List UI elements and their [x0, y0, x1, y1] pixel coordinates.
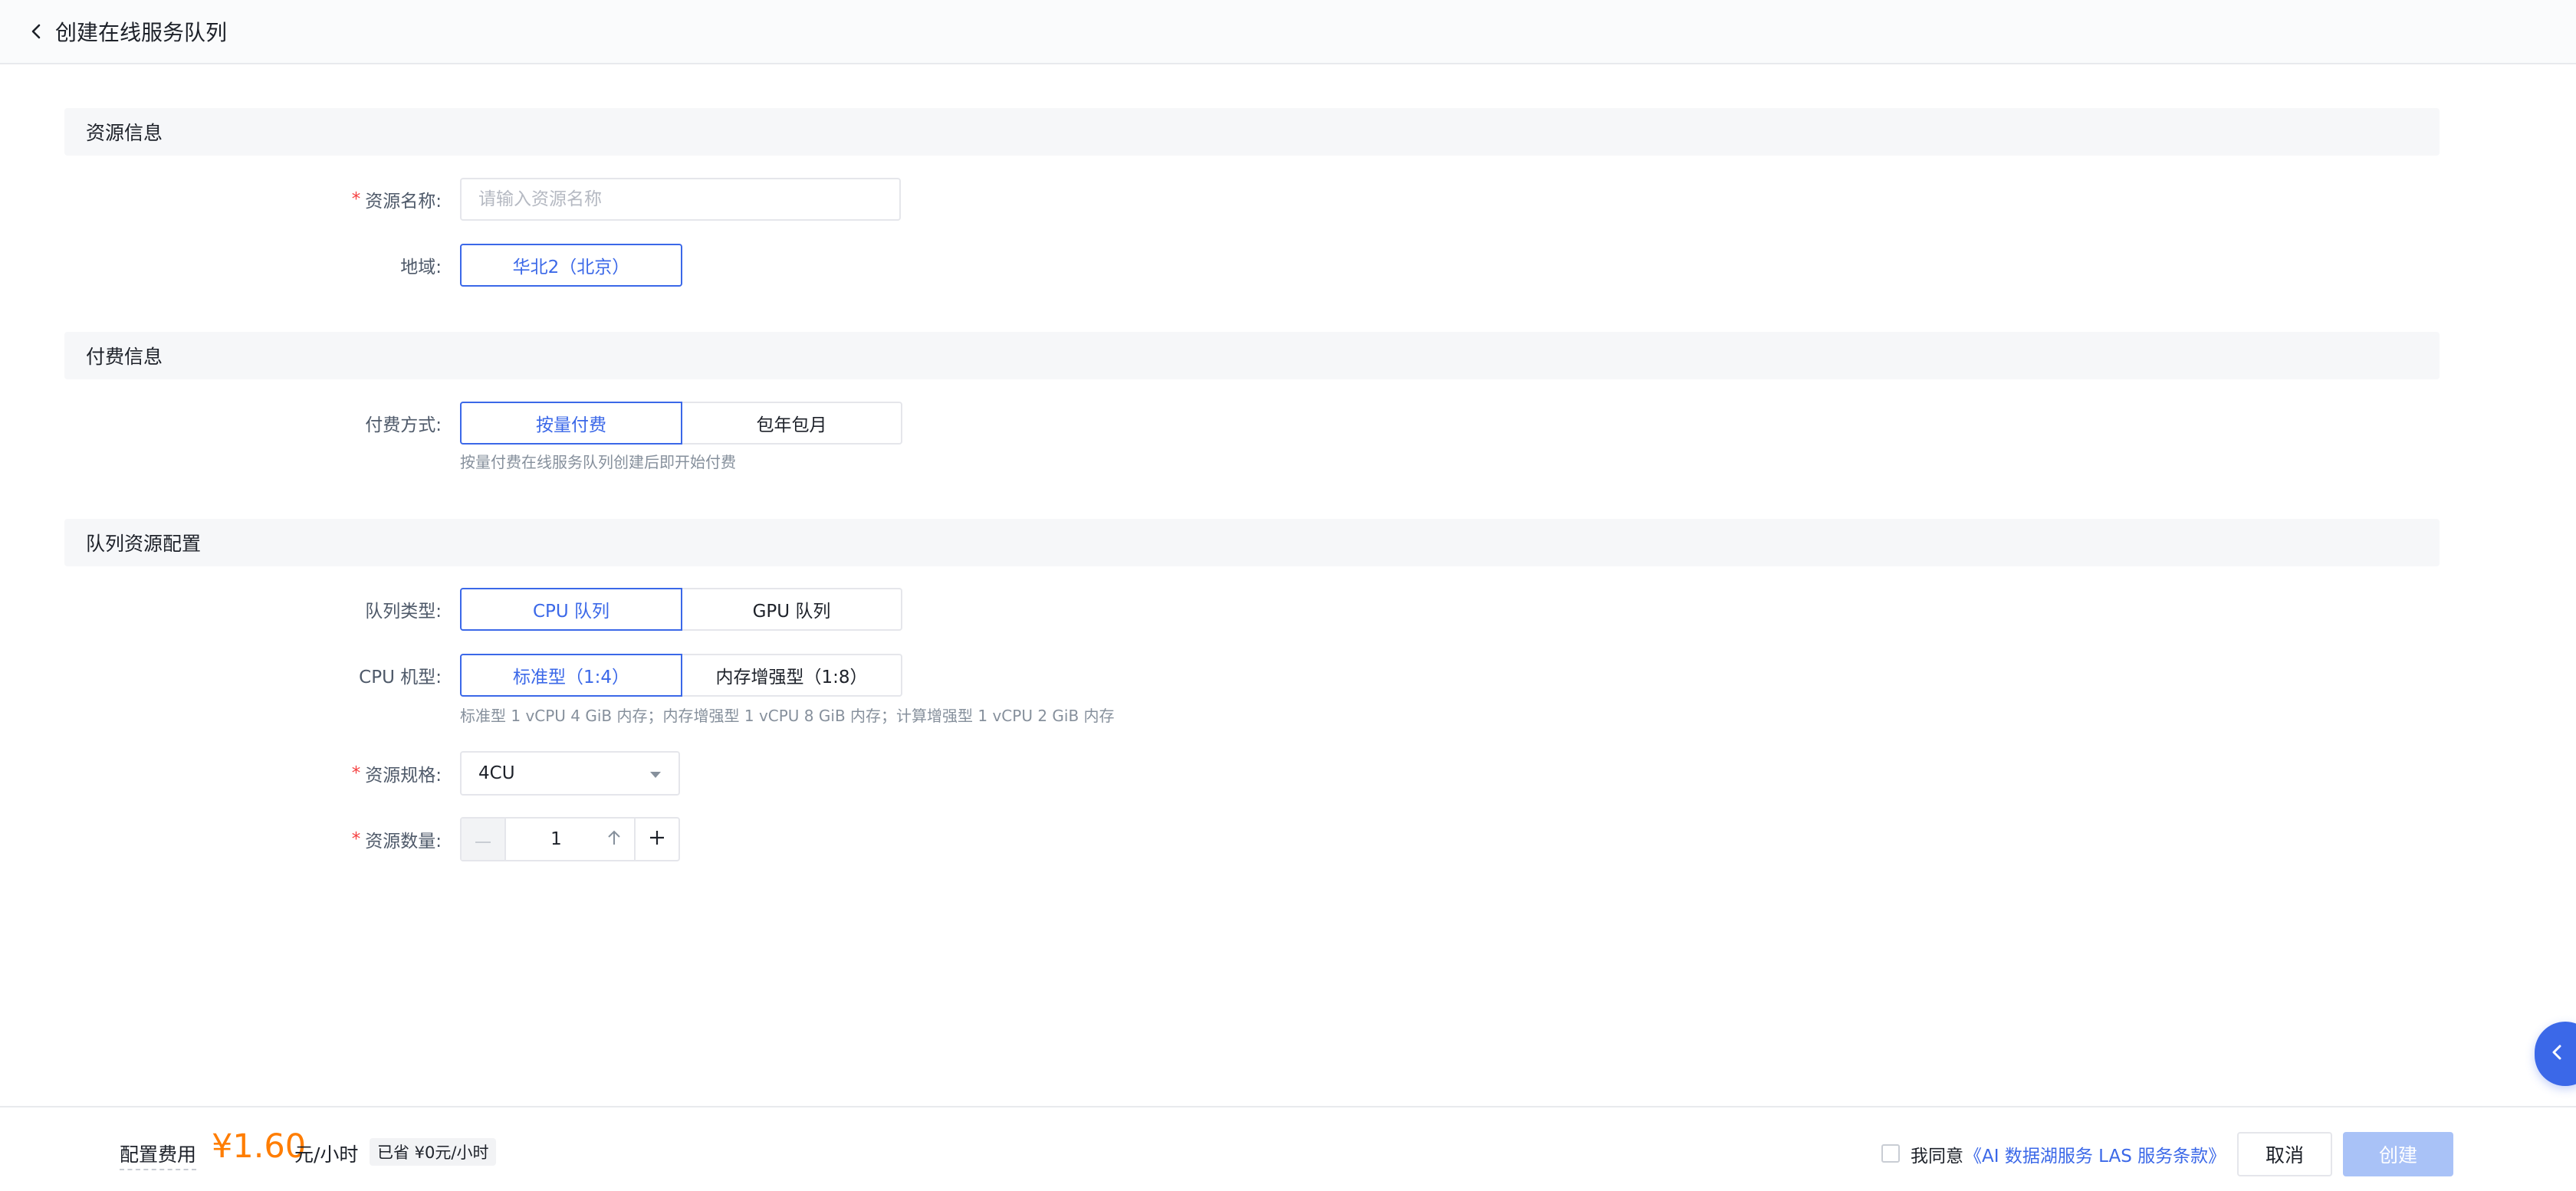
- quantity-minus-button[interactable]: [462, 819, 506, 860]
- quantity-label: * 资源数量:: [352, 818, 442, 861]
- cpu-model-hint: 标准型 1 vCPU 4 GiB 内存；内存增强型 1 vCPU 8 GiB 内…: [460, 707, 1115, 725]
- billing-hint: 按量付费在线服务队列创建后即开始付费: [460, 453, 736, 471]
- cpu-model-standard[interactable]: 标准型（1:4）: [460, 654, 682, 697]
- quantity-value[interactable]: 1: [506, 819, 594, 860]
- minus-icon: [475, 832, 491, 847]
- saved-badge: 已省 ¥0元/小时: [370, 1138, 497, 1166]
- region-label-text: 地域:: [400, 258, 442, 277]
- spec-select-value: 4CU: [478, 763, 515, 783]
- page-title: 创建在线服务队列: [55, 20, 228, 45]
- queue-type-label-text: 队列类型:: [365, 602, 442, 622]
- create-button[interactable]: 创建: [2343, 1132, 2453, 1176]
- billing-option-pay-as-you-go[interactable]: 按量付费: [460, 402, 682, 445]
- fee-label: 配置费用: [120, 1140, 197, 1170]
- spec-label-text: 资源规格:: [365, 766, 442, 786]
- page-header: 创建在线服务队列: [0, 0, 2576, 64]
- agree-text: 我同意: [1911, 1147, 1963, 1166]
- side-panel-toggle[interactable]: [2535, 1022, 2576, 1086]
- agree-checkbox[interactable]: [1881, 1144, 1900, 1163]
- cpu-model-label-text: CPU 机型:: [359, 668, 442, 687]
- billing-method-label: 付费方式:: [365, 402, 442, 445]
- quantity-plus-button[interactable]: [634, 819, 678, 860]
- resource-name-label: * 资源名称:: [352, 178, 442, 221]
- required-asterisk: *: [351, 763, 361, 783]
- region-label: 地域:: [400, 244, 442, 287]
- cpu-model-label: CPU 机型:: [359, 654, 442, 697]
- section-queue-config: 队列资源配置: [64, 519, 2440, 566]
- back-chevron-icon[interactable]: [21, 16, 52, 47]
- chevron-left-icon: [2551, 1045, 2562, 1063]
- queue-type-label: 队列类型:: [365, 588, 442, 631]
- queue-type-gpu[interactable]: GPU 队列: [681, 588, 902, 631]
- billing-method-label-text: 付费方式:: [365, 415, 442, 435]
- caret-down-icon: [649, 763, 662, 783]
- cancel-button[interactable]: 取消: [2237, 1132, 2332, 1176]
- fee-amount: ¥1.60: [212, 1127, 307, 1166]
- quantity-stepper: 1: [460, 817, 680, 861]
- plus-icon: [649, 829, 665, 849]
- spec-select[interactable]: 4CU: [460, 751, 680, 796]
- terms-link[interactable]: 《AI 数据湖服务 LAS 服务条款》: [1964, 1141, 2226, 1167]
- required-asterisk: *: [351, 189, 361, 209]
- quantity-up-button[interactable]: [594, 819, 634, 860]
- quantity-label-text: 资源数量:: [365, 832, 442, 851]
- billing-option-subscription[interactable]: 包年包月: [681, 402, 902, 445]
- section-billing-info: 付费信息: [64, 332, 2440, 379]
- required-asterisk: *: [351, 829, 361, 849]
- region-option-beijing[interactable]: 华北2（北京）: [460, 244, 682, 287]
- footer-bar: 配置费用 ¥1.60 元/小时 已省 ¥0元/小时 我同意 《AI 数据湖服务 …: [0, 1106, 2576, 1191]
- queue-type-cpu[interactable]: CPU 队列: [460, 588, 682, 631]
- spec-label: * 资源规格:: [352, 752, 442, 795]
- section-resource-info: 资源信息: [64, 108, 2440, 156]
- fee-unit: 元/小时: [294, 1143, 359, 1166]
- arrow-up-icon: [606, 829, 622, 849]
- cpu-model-memory-enhanced[interactable]: 内存增强型（1:8）: [681, 654, 902, 697]
- resource-name-input[interactable]: [460, 178, 901, 221]
- resource-name-label-text: 资源名称:: [365, 192, 442, 212]
